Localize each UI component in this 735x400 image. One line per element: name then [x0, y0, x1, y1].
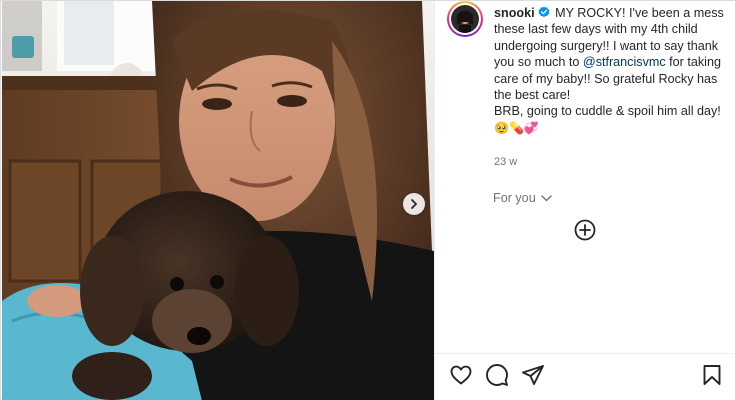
heart-icon[interactable]: [449, 363, 473, 387]
chevron-down-icon: [541, 194, 552, 201]
author-username[interactable]: snooki: [494, 6, 535, 20]
plus-circle-icon[interactable]: [574, 219, 596, 241]
bookmark-icon[interactable]: [700, 363, 724, 387]
instagram-post: snooki MY ROCKY! I've been a mess these …: [0, 0, 735, 400]
post-caption: snooki MY ROCKY! I've been a mess these …: [494, 5, 730, 136]
comment-icon[interactable]: [485, 363, 509, 387]
photo-illustration: [2, 1, 434, 400]
verified-badge-icon: [538, 6, 549, 18]
for-you-dropdown[interactable]: For you: [493, 191, 552, 205]
mention-link[interactable]: @stfrancisvmc: [583, 55, 666, 69]
send-icon[interactable]: [521, 363, 545, 387]
next-photo-button[interactable]: [403, 193, 425, 215]
post-details-pane: snooki MY ROCKY! I've been a mess these …: [434, 1, 735, 400]
caption-emojis: 🥹💊💞: [494, 120, 539, 135]
post-actions-bar: [435, 363, 735, 389]
author-avatar[interactable]: [447, 1, 483, 37]
for-you-label: For you: [493, 191, 536, 205]
avatar-image: [451, 5, 479, 33]
actions-divider: [435, 353, 735, 354]
caption-text-part3: BRB, going to cuddle & spoil him all day…: [494, 104, 721, 119]
chevron-right-icon: [411, 199, 417, 209]
post-photo[interactable]: [2, 1, 434, 400]
post-timestamp[interactable]: 23 w: [494, 156, 517, 168]
